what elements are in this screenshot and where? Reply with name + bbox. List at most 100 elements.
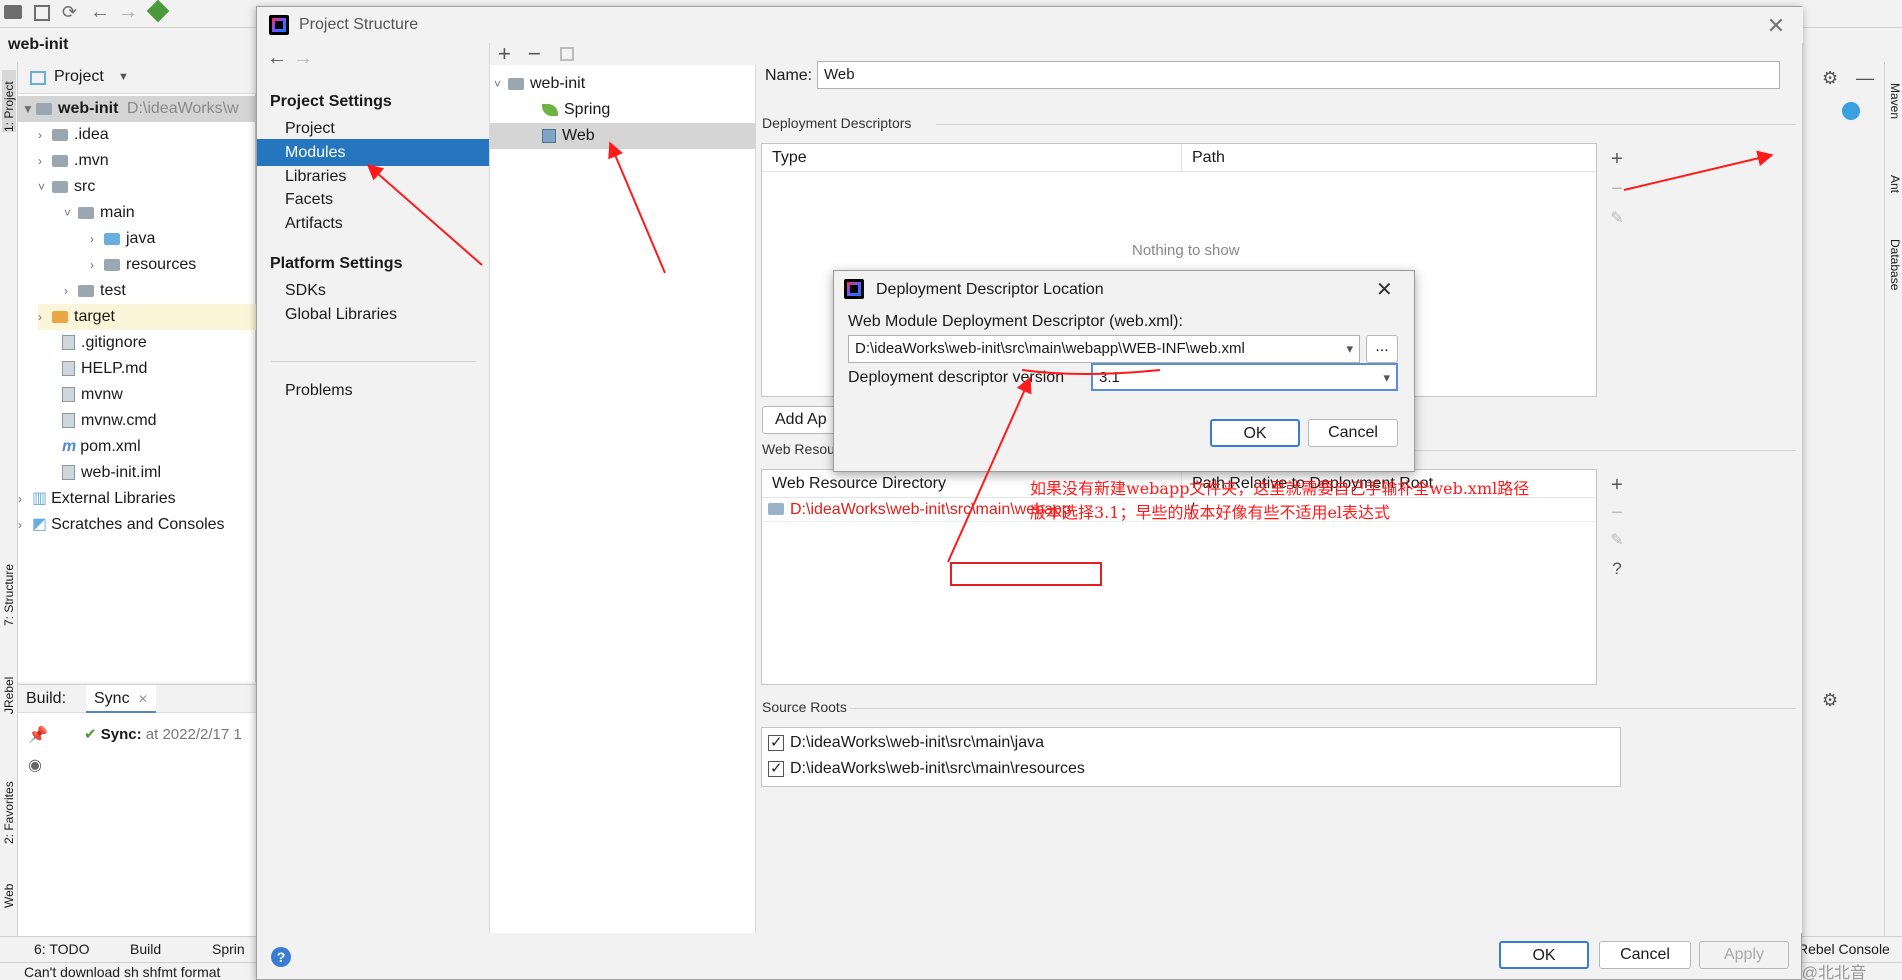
tree-item[interactable]: HELP.md [62, 356, 147, 382]
close-icon[interactable]: ✕ [138, 692, 148, 706]
tree-item[interactable]: m pom.xml [62, 434, 141, 460]
remove-icon[interactable]: − [1605, 501, 1629, 525]
chevron-right-icon[interactable]: › [90, 226, 104, 252]
tree-item[interactable]: › .mvn [38, 148, 109, 174]
checkbox[interactable] [768, 759, 784, 777]
help-button[interactable]: ? [271, 947, 291, 967]
gear-icon[interactable]: ⚙ [1822, 68, 1838, 89]
descriptor-path-combo[interactable]: D:\ideaWorks\web-init\src\main\webapp\WE… [848, 335, 1360, 363]
back-icon[interactable]: ← [267, 47, 287, 70]
back-icon[interactable]: ← [90, 1, 110, 24]
sync-icon[interactable]: ⟳ [62, 2, 77, 23]
source-root-item[interactable]: D:\ideaWorks\web-init\src\main\java [768, 733, 1044, 752]
remove-icon[interactable]: − [1605, 177, 1629, 201]
stripe-structure[interactable]: 7: Structure [2, 552, 16, 626]
breadcrumb-module[interactable]: web-init [8, 36, 68, 53]
edit-pencil-icon[interactable]: ✎ [1605, 207, 1629, 231]
tab-spring[interactable]: Sprin [212, 941, 245, 957]
open-folder-icon[interactable] [4, 5, 22, 19]
chevron-down-icon[interactable]: ▼ [118, 71, 129, 83]
chevron-right-icon[interactable]: › [18, 512, 32, 538]
tab-rebel-console[interactable]: Rebel Console [1798, 941, 1890, 957]
close-icon[interactable]: ✕ [1763, 13, 1789, 39]
tab-build[interactable]: Build [130, 941, 161, 957]
version-combo[interactable]: 3.1 ▾ [1091, 363, 1398, 391]
nav-problems[interactable]: Problems [257, 377, 489, 404]
tree-item[interactable]: › java [90, 226, 155, 252]
chevron-right-icon[interactable]: › [38, 122, 52, 148]
pin-icon[interactable]: 📌 [28, 725, 48, 745]
tree-item[interactable]: › ◩ Scratches and Consoles [18, 512, 225, 538]
eye-icon[interactable]: ◉ [28, 755, 42, 775]
tree-item[interactable]: ˅ main [64, 200, 135, 226]
dd-path-header[interactable]: Path [1182, 144, 1596, 172]
chevron-right-icon[interactable]: › [18, 486, 32, 512]
source-root-item[interactable]: D:\ideaWorks\web-init\src\main\resources [768, 759, 1085, 778]
tree-item[interactable]: mvnw [62, 382, 123, 408]
help-icon[interactable]: ? [1605, 557, 1629, 581]
add-icon[interactable]: + [498, 41, 511, 67]
stripe-web[interactable]: Web [2, 874, 16, 908]
facet-web[interactable]: Web [490, 123, 756, 149]
browse-button[interactable]: ... [1366, 335, 1398, 363]
edit-pencil-icon[interactable]: ✎ [1605, 529, 1629, 553]
nav-artifacts[interactable]: Artifacts [257, 210, 489, 237]
tree-item[interactable]: web-init.iml [62, 460, 161, 486]
ok-button[interactable]: OK [1210, 419, 1300, 447]
ok-button[interactable]: OK [1499, 941, 1589, 969]
tree-item[interactable]: › test [64, 278, 126, 304]
chevron-right-icon[interactable]: › [38, 148, 52, 174]
forward-icon[interactable]: → [118, 1, 138, 24]
chevron-right-icon[interactable]: › [38, 304, 52, 330]
tree-item[interactable]: › target [38, 304, 256, 330]
tree-item[interactable]: ˅ src [38, 174, 95, 200]
nav-project[interactable]: Project [257, 115, 489, 142]
stripe-ant[interactable]: Ant [1888, 175, 1902, 203]
tree-item[interactable]: › .idea [38, 122, 109, 148]
add-icon[interactable]: + [1605, 473, 1629, 497]
project-view-dropdown[interactable]: Project [54, 68, 104, 86]
tree-item[interactable]: › resources [90, 252, 196, 278]
chevron-down-icon[interactable]: ▾ [1383, 365, 1390, 389]
stripe-jrebel[interactable]: JRebel [2, 664, 16, 714]
module-web-init[interactable]: ˅ web-init [494, 71, 585, 97]
facet-spring[interactable]: Spring [542, 97, 610, 123]
apply-button[interactable]: Apply [1699, 941, 1789, 969]
dd-type-header[interactable]: Type [762, 144, 1182, 172]
nav-modules[interactable]: Modules [257, 139, 489, 166]
copy-icon[interactable] [560, 47, 574, 61]
remove-icon[interactable]: − [528, 41, 541, 67]
checkbox[interactable] [768, 733, 784, 751]
chevron-down-icon[interactable]: ˅ [38, 174, 52, 200]
tree-item[interactable]: .gitignore [62, 330, 147, 356]
jrebel-icon[interactable] [1842, 102, 1860, 120]
nav-global-libraries[interactable]: Global Libraries [257, 301, 489, 328]
tree-root[interactable]: ▼ web-init D:\ideaWorks\w [18, 96, 256, 122]
add-icon[interactable]: + [1605, 147, 1629, 171]
status-message[interactable]: Can't download sh shfmt format [24, 964, 220, 980]
stripe-favorites[interactable]: 2: Favorites [2, 770, 16, 844]
chevron-right-icon[interactable]: › [90, 252, 104, 278]
tree-item[interactable]: › ▥ External Libraries [18, 486, 176, 512]
stripe-project[interactable]: 1: Project [2, 70, 16, 132]
stripe-maven[interactable]: Maven [1888, 83, 1902, 127]
nav-facets[interactable]: Facets [257, 186, 489, 213]
forward-icon[interactable]: → [293, 47, 313, 70]
chevron-right-icon[interactable]: › [64, 278, 78, 304]
minimize-icon[interactable]: — [1856, 68, 1874, 89]
gear-icon[interactable]: ⚙ [1822, 690, 1838, 711]
save-icon[interactable] [34, 5, 50, 21]
chevron-down-icon[interactable]: ▼ [22, 96, 36, 122]
name-input[interactable]: Web [817, 61, 1780, 89]
nav-sdks[interactable]: SDKs [257, 277, 489, 304]
chevron-down-icon[interactable]: ˅ [64, 200, 78, 226]
tree-item[interactable]: mvnw.cmd [62, 408, 157, 434]
cancel-button[interactable]: Cancel [1599, 941, 1691, 969]
chevron-down-icon[interactable]: ▾ [1346, 336, 1353, 362]
close-icon[interactable]: ✕ [1376, 277, 1393, 302]
stripe-database[interactable]: Database [1888, 239, 1902, 299]
tab-todo[interactable]: 6: TODO [34, 941, 90, 957]
cancel-button[interactable]: Cancel [1308, 419, 1398, 447]
build-hammer-icon[interactable] [146, 0, 170, 23]
chevron-down-icon[interactable]: ˅ [494, 71, 508, 97]
